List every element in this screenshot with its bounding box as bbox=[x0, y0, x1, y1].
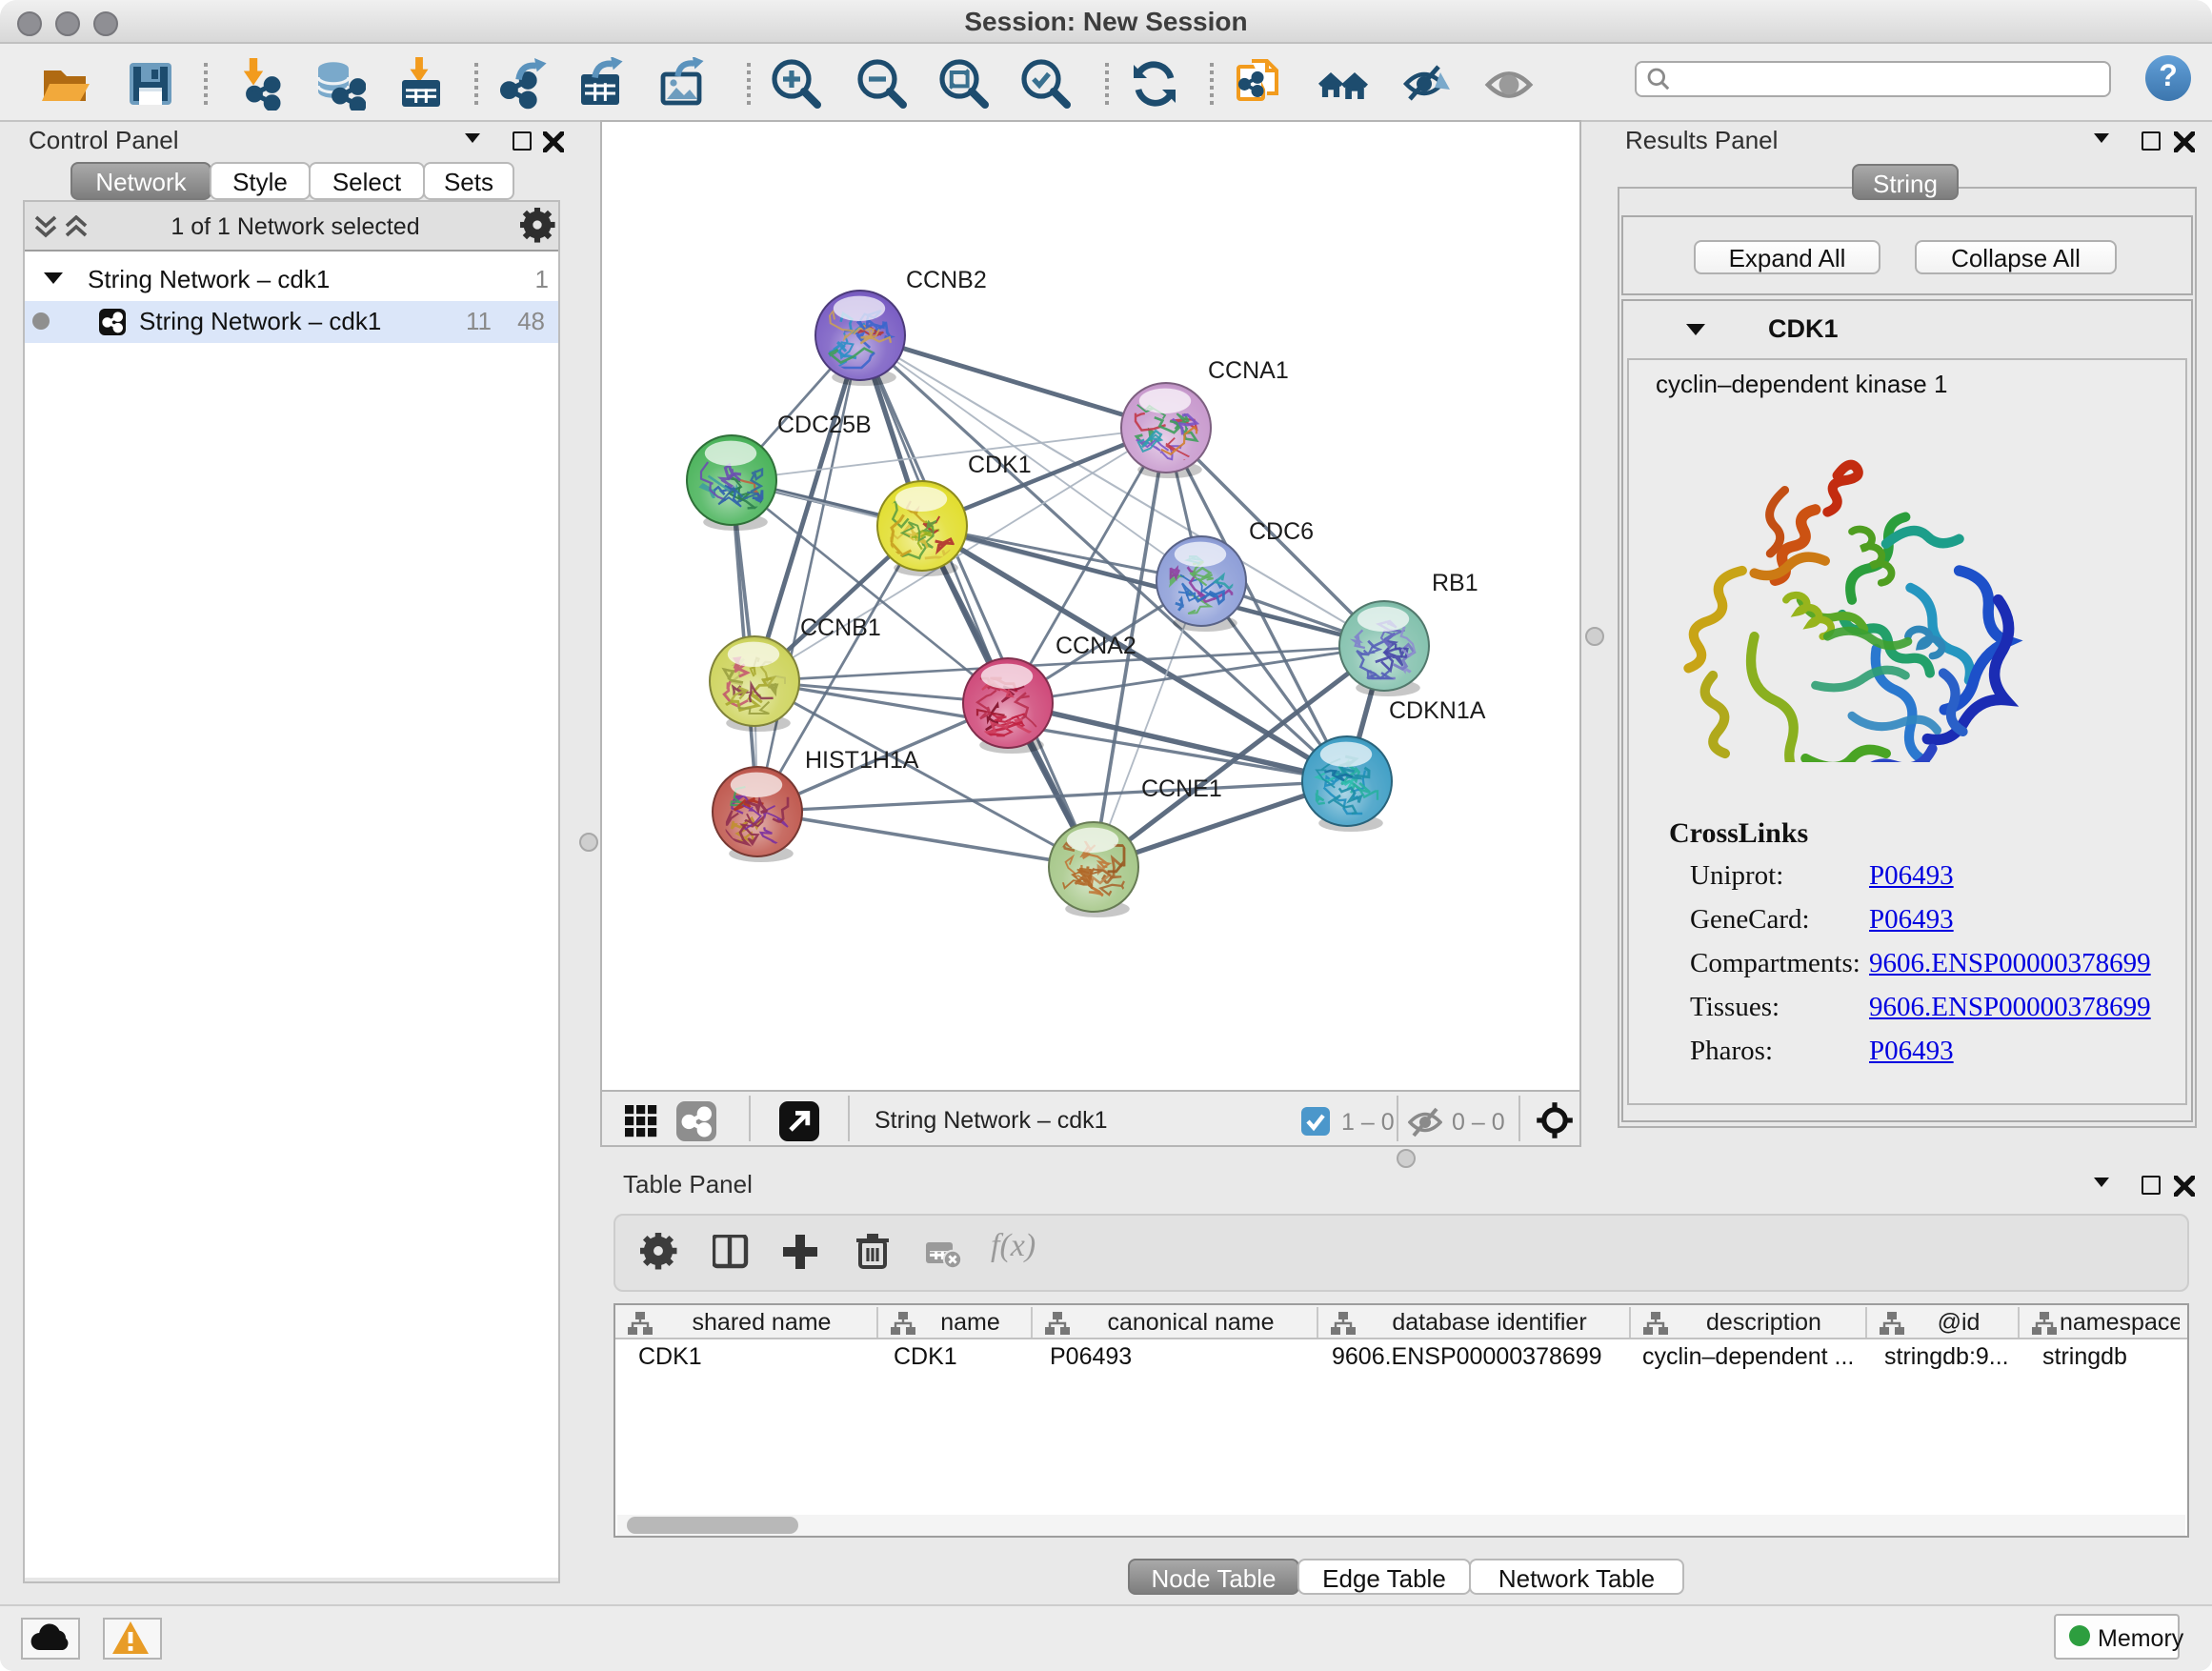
svg-text:CDC25B: CDC25B bbox=[777, 412, 872, 438]
svg-text:HIST1H1A: HIST1H1A bbox=[805, 747, 919, 774]
svg-text:CDK1: CDK1 bbox=[968, 452, 1032, 478]
svg-text:CCNA2: CCNA2 bbox=[1056, 633, 1136, 659]
svg-text:CCNA1: CCNA1 bbox=[1208, 357, 1289, 384]
svg-text:CCNB2: CCNB2 bbox=[906, 267, 987, 293]
svg-text:RB1: RB1 bbox=[1432, 570, 1478, 596]
svg-text:CDC6: CDC6 bbox=[1249, 518, 1314, 545]
svg-text:CCNB1: CCNB1 bbox=[800, 614, 881, 641]
svg-text:CDKN1A: CDKN1A bbox=[1389, 697, 1486, 724]
svg-text:CCNE1: CCNE1 bbox=[1141, 775, 1222, 802]
